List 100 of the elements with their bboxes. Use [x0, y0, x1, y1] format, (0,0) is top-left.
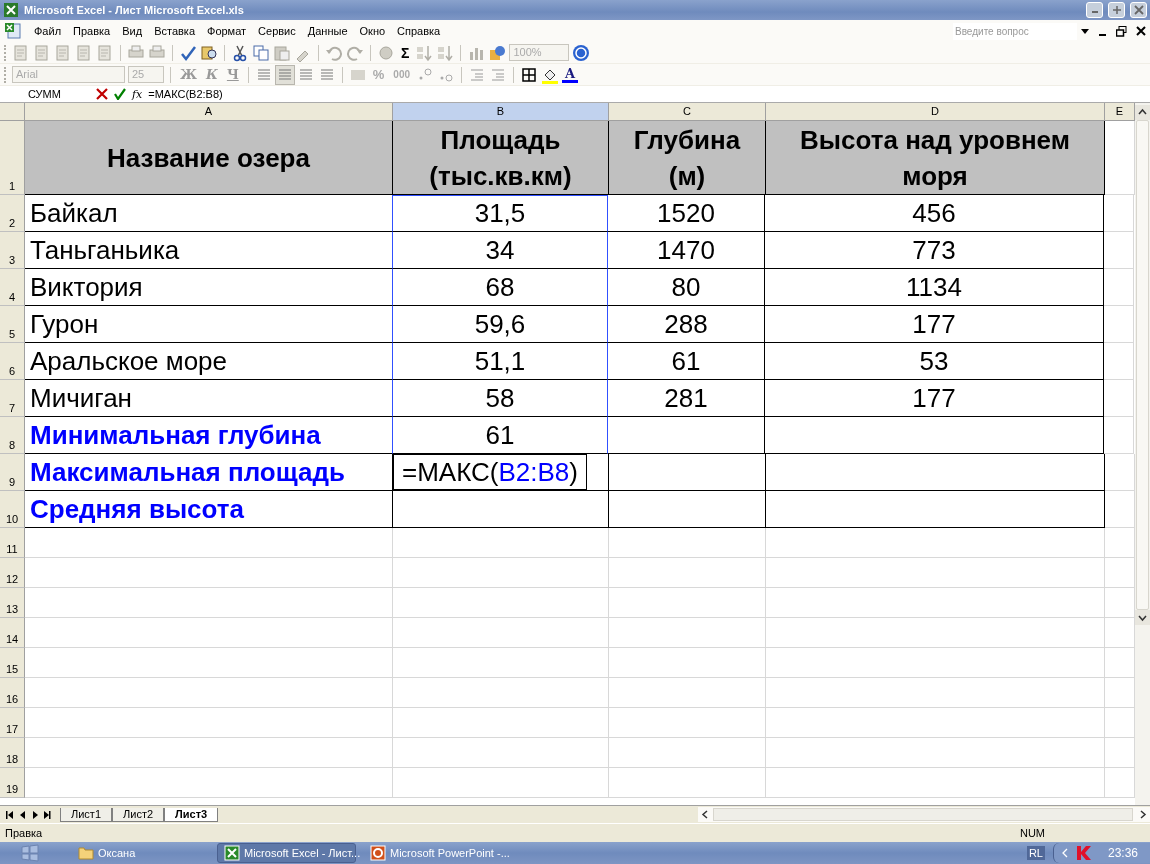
table-cell: [1104, 380, 1134, 417]
row-header[interactable]: 7: [0, 380, 25, 417]
row-header[interactable]: 12: [0, 558, 25, 588]
menu-item[interactable]: Файл: [28, 23, 68, 39]
dropdown-arrow-icon[interactable]: [1081, 28, 1089, 34]
sort-descending-icon[interactable]: [436, 43, 455, 62]
checkmark-icon[interactable]: [114, 88, 126, 100]
menu-item[interactable]: Справка: [391, 23, 447, 39]
table-cell: 456: [765, 195, 1104, 232]
table-cell: Высота над уровнем моря: [766, 121, 1105, 195]
row-header[interactable]: 5: [0, 306, 25, 343]
sheet-tab[interactable]: Лист3: [164, 807, 219, 822]
table-cell: 68: [392, 269, 608, 306]
table-cell: [1104, 269, 1134, 306]
research-icon[interactable]: [200, 43, 218, 62]
paste-icon[interactable]: [273, 43, 291, 62]
cancel-icon[interactable]: [96, 88, 108, 100]
table-cell: [1104, 232, 1134, 269]
close-icon[interactable]: [1136, 26, 1146, 36]
column-header[interactable]: A: [25, 103, 393, 120]
row-header[interactable]: 14: [0, 618, 25, 648]
windows-logo-icon[interactable]: [20, 844, 40, 862]
close-icon: [1133, 5, 1144, 15]
menu-item[interactable]: Правка: [67, 23, 117, 39]
table-cell: 773: [765, 232, 1104, 269]
antivirus-icon[interactable]: [1074, 844, 1093, 862]
presentation-icon: [370, 845, 386, 861]
language-indicator[interactable]: RL: [1026, 846, 1045, 860]
autosum-button[interactable]: Σ: [398, 44, 413, 61]
row-header[interactable]: 18: [0, 738, 25, 768]
row-header[interactable]: 11: [0, 528, 25, 558]
scroll-thumb[interactable]: [1136, 120, 1149, 610]
menu-item[interactable]: Вставка: [148, 23, 201, 39]
table-cell: Аральское море: [25, 343, 393, 380]
column-header[interactable]: C: [609, 103, 766, 120]
vertical-scrollbar[interactable]: [1135, 103, 1150, 805]
column-header[interactable]: E: [1105, 103, 1135, 120]
spreadsheet-icon: [224, 845, 240, 861]
restore-icon[interactable]: [1116, 25, 1127, 37]
row-header[interactable]: 4: [0, 269, 25, 306]
row-header[interactable]: 19: [0, 768, 25, 798]
clock: 23:36: [1107, 846, 1138, 860]
table-cell: 53: [765, 343, 1104, 380]
row-header[interactable]: 3: [0, 232, 25, 269]
table-cell: 80: [608, 269, 765, 306]
row-header[interactable]: 10: [0, 491, 25, 528]
scissors-icon[interactable]: [231, 43, 249, 62]
menu-item[interactable]: Сервис: [252, 23, 302, 39]
restore-button[interactable]: [1108, 2, 1125, 18]
close-button[interactable]: [1130, 2, 1147, 18]
column-header[interactable]: D: [766, 103, 1105, 120]
scroll-thumb[interactable]: [713, 808, 1134, 821]
table-cell: 58: [392, 380, 608, 417]
row-header[interactable]: 8: [0, 417, 25, 454]
menu-item[interactable]: Данные: [301, 23, 354, 39]
scroll-down-icon[interactable]: [1135, 610, 1150, 625]
table-cell: 51,1: [392, 343, 608, 380]
menu-item[interactable]: Окно: [353, 23, 392, 39]
scroll-up-icon[interactable]: [1135, 105, 1150, 120]
table-cell: [1104, 306, 1134, 343]
row-header[interactable]: 1: [0, 121, 25, 195]
row-header[interactable]: 16: [0, 678, 25, 708]
table-cell: Виктория: [25, 269, 393, 306]
borders-icon[interactable]: [520, 65, 538, 84]
row-header[interactable]: 9: [0, 454, 25, 491]
cell-edit-field[interactable]: =МАКС(B2:B8): [393, 454, 587, 490]
row-header[interactable]: 15: [0, 648, 25, 678]
table-cell: 1470: [608, 232, 765, 269]
row-header[interactable]: 2: [0, 195, 25, 232]
row-header[interactable]: 6: [0, 343, 25, 380]
align-center-icon[interactable]: [275, 65, 294, 84]
spreadsheet-icon[interactable]: [4, 22, 22, 40]
table-cell: 31,5: [392, 195, 608, 232]
column-header[interactable]: B: [393, 103, 609, 120]
spreadsheet-icon: [3, 2, 19, 18]
horizontal-scrollbar[interactable]: [698, 807, 1150, 822]
drawing-icon[interactable]: [488, 43, 507, 62]
help-search-field[interactable]: Введите вопрос: [953, 22, 1077, 40]
table-cell: 177: [765, 306, 1104, 343]
sheet-tab[interactable]: Лист2: [112, 807, 165, 822]
status-mode: Правка: [5, 827, 43, 839]
table-cell: Площадь (тыс.кв.км): [393, 121, 609, 195]
menu-item[interactable]: Вид: [116, 23, 149, 39]
row-header[interactable]: 17: [0, 708, 25, 738]
minimize-button[interactable]: [1086, 2, 1103, 18]
name-box[interactable]: СУММ: [0, 88, 90, 100]
copy-icon[interactable]: [252, 43, 270, 62]
table-cell: 61: [608, 343, 765, 380]
formula-field[interactable]: =МАКС(B2:B8): [148, 88, 223, 100]
help-icon[interactable]: [572, 43, 591, 62]
table-cell: 34: [392, 232, 608, 269]
table-cell: Байкал: [25, 195, 393, 232]
menu-item[interactable]: Формат: [201, 23, 253, 39]
sheet-tab[interactable]: Лист1: [60, 807, 113, 822]
table-cell: Мичиган: [25, 380, 393, 417]
sort-ascending-icon[interactable]: [415, 43, 434, 62]
insert-function-button[interactable]: fx: [132, 87, 143, 101]
select-all-corner[interactable]: [0, 103, 25, 120]
row-header[interactable]: 13: [0, 588, 25, 618]
font-color-button[interactable]: A: [562, 66, 579, 83]
